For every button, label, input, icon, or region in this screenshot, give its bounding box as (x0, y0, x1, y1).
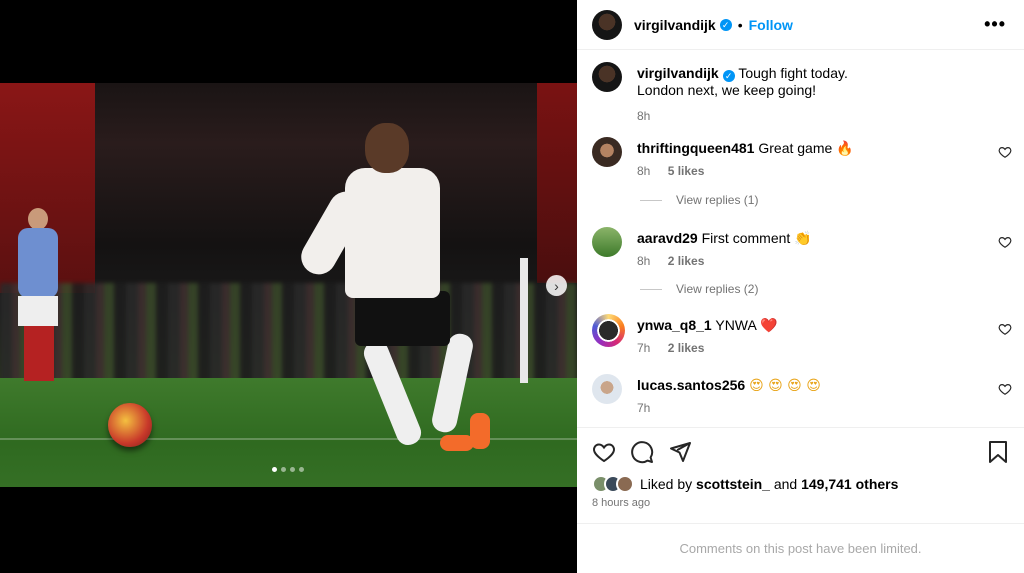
avatar[interactable] (592, 137, 622, 167)
comment-emoji: 😍 😍 😍 😍 (749, 378, 821, 394)
heart-icon[interactable] (998, 145, 1012, 159)
comment-username[interactable]: ynwa_q8_1 (637, 317, 712, 333)
comment-body: aaravd29 First comment 👏 8h 2 likes (637, 230, 977, 270)
comment-time: 8h (637, 254, 651, 268)
avatar[interactable] (592, 9, 622, 40)
player-figure (294, 123, 500, 463)
comment-username[interactable]: lucas.santos256 (637, 377, 745, 393)
caption-body: virgilvandijk ✓ Tough fight today. London… (637, 65, 977, 125)
liked-by-prefix: Liked by (640, 476, 693, 492)
action-bar: Liked by scottstein_ and 149,741 others … (577, 427, 1024, 523)
media-pane: › (0, 0, 577, 573)
liked-by-and: and (773, 476, 798, 492)
carousel-dot (281, 467, 286, 472)
comment-body: lucas.santos256 😍 😍 😍 😍 7h (637, 377, 977, 417)
comment-body: ynwa_q8_1 YNWA ❤️ 7h 2 likes (637, 317, 977, 357)
comment-time: 7h (637, 401, 651, 415)
share-icon[interactable] (668, 440, 692, 464)
caption-time: 8h (637, 109, 651, 123)
avatar[interactable] (592, 374, 622, 404)
avatar[interactable] (592, 314, 625, 347)
action-icons (592, 440, 692, 464)
comment-emoji: 👏 (794, 231, 812, 247)
comment-text: Great game (758, 140, 833, 156)
background-player (12, 208, 62, 388)
author-username[interactable]: virgilvandijk (634, 17, 716, 33)
likes-text: Liked by scottstein_ and 149,741 others (640, 476, 898, 492)
corner-post (520, 258, 528, 383)
comment-meta: 8h 2 likes (637, 253, 977, 270)
heart-icon[interactable] (592, 440, 616, 464)
carousel-dot (299, 467, 304, 472)
verified-icon: ✓ (722, 70, 735, 82)
post-panel: virgilvandijk ✓ • Follow ••• virgilvandi… (577, 0, 1024, 573)
comment-text: YNWA (715, 317, 757, 333)
replies-dash (640, 199, 662, 201)
comment-username[interactable]: thriftingqueen481 (637, 140, 754, 156)
background-stand-right (537, 83, 577, 283)
bookmark-button[interactable] (987, 440, 1009, 464)
comment-time: 7h (637, 341, 651, 355)
caption-text: Tough fight today. (738, 65, 848, 81)
comment-likes[interactable]: 2 likes (668, 341, 705, 355)
follow-button[interactable]: Follow (749, 17, 793, 33)
view-replies-label: View replies (2) (676, 282, 759, 296)
comment-emoji: ❤️ (759, 318, 778, 334)
heart-icon[interactable] (998, 322, 1012, 336)
comment-text: First comment (701, 230, 791, 246)
carousel-dot (272, 467, 277, 472)
comment-username[interactable]: aaravd29 (637, 230, 698, 246)
post-modal: › virgilvandijk ✓ • Follow ••• virgilvan… (0, 0, 1024, 573)
view-replies-button[interactable]: View replies (1) (640, 193, 758, 207)
football (108, 403, 152, 447)
caption-text-2: London next, we keep going! (637, 82, 817, 98)
carousel-indicator (272, 467, 304, 472)
comment-meta: 7h (637, 400, 977, 417)
bookmark-icon[interactable] (987, 440, 1009, 464)
replies-dash (640, 288, 662, 290)
avatar[interactable] (592, 227, 622, 257)
post-time: 8 hours ago (592, 497, 651, 509)
post-photo[interactable] (0, 83, 577, 487)
comment-body: thriftingqueen481 Great game 🔥 8h 5 like… (637, 140, 977, 180)
post-header: virgilvandijk ✓ • Follow ••• (577, 0, 1024, 50)
comment-meta: 8h 5 likes (637, 163, 977, 180)
likes-count[interactable]: 149,741 others (801, 476, 898, 492)
verified-icon: ✓ (719, 18, 732, 31)
view-replies-button[interactable]: View replies (2) (640, 282, 758, 296)
comment-meta: 7h 2 likes (637, 340, 977, 357)
comments-limited-notice: Comments on this post have been limited. (577, 523, 1024, 573)
comment-icon[interactable] (630, 440, 654, 464)
likes-summary: Liked by scottstein_ and 149,741 others (592, 475, 898, 493)
comment-likes[interactable]: 2 likes (668, 254, 705, 268)
separator: • (737, 16, 743, 33)
heart-icon[interactable] (998, 235, 1012, 249)
more-icon[interactable]: ••• (984, 14, 1006, 35)
liked-by-user[interactable]: scottstein_ (696, 476, 770, 492)
comment-likes[interactable]: 5 likes (668, 164, 705, 178)
carousel-dot (290, 467, 295, 472)
heart-icon[interactable] (998, 382, 1012, 396)
comment-emoji: 🔥 (836, 141, 854, 157)
view-replies-label: View replies (1) (676, 193, 759, 207)
liker-avatar (616, 475, 634, 493)
chevron-right-icon[interactable]: › (546, 275, 567, 296)
caption-username[interactable]: virgilvandijk (637, 65, 719, 81)
comment-time: 8h (637, 164, 651, 178)
avatar[interactable] (592, 62, 622, 92)
